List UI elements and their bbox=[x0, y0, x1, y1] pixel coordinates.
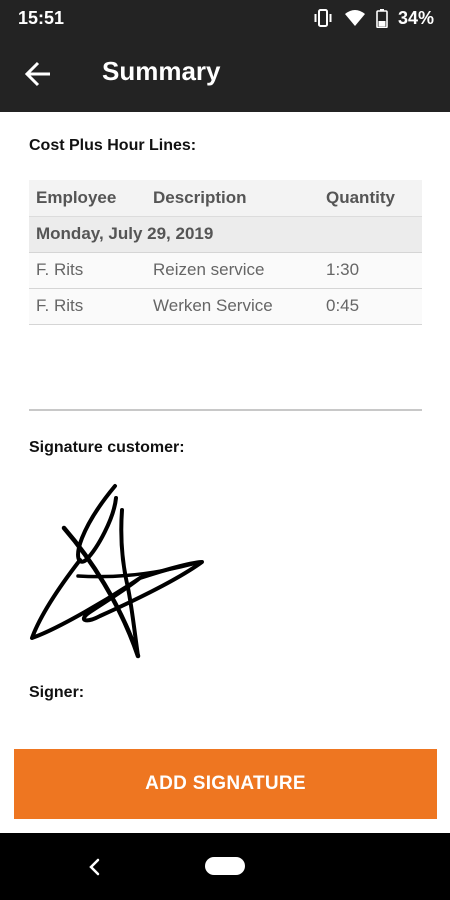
cell-quantity: 1:30 bbox=[319, 252, 422, 289]
cost-section-title: Cost Plus Hour Lines: bbox=[29, 137, 197, 154]
signer-label: Signer: bbox=[29, 684, 85, 701]
app-bar: Summary bbox=[0, 36, 450, 112]
home-pill-icon[interactable] bbox=[205, 857, 245, 875]
cell-description: Werken Service bbox=[146, 288, 319, 325]
nav-back-icon[interactable] bbox=[86, 857, 104, 877]
table-row[interactable]: F. Rits Reizen service 1:30 bbox=[29, 252, 422, 289]
column-header-quantity: Quantity bbox=[326, 187, 395, 207]
cell-quantity: 0:45 bbox=[319, 288, 422, 325]
hours-table: Employee Description Quantity Monday, Ju… bbox=[29, 180, 422, 325]
signature-section-title: Signature customer: bbox=[29, 439, 185, 456]
add-signature-button[interactable]: ADD SIGNATURE bbox=[14, 749, 437, 819]
column-header-description: Description bbox=[153, 187, 247, 207]
system-nav-bar bbox=[0, 833, 450, 900]
date-label: Monday, July 29, 2019 bbox=[29, 216, 422, 253]
cell-employee: F. Rits bbox=[29, 252, 146, 289]
wifi-icon bbox=[344, 9, 366, 27]
table-header-row: Employee Description Quantity bbox=[29, 180, 422, 216]
battery-percent: 34% bbox=[397, 7, 434, 28]
vibrate-icon bbox=[312, 9, 334, 27]
date-group-row: Monday, July 29, 2019 bbox=[29, 216, 422, 253]
cell-employee: F. Rits bbox=[29, 288, 146, 325]
status-icons: 34% bbox=[312, 8, 434, 29]
status-time: 15:51 bbox=[18, 7, 65, 28]
customer-signature-image bbox=[30, 484, 204, 659]
page-title: Summary bbox=[102, 56, 221, 86]
column-header-employee: Employee bbox=[36, 187, 117, 207]
battery-icon bbox=[376, 8, 388, 28]
cell-description: Reizen service bbox=[146, 252, 319, 289]
arrow-left-icon[interactable] bbox=[24, 60, 52, 88]
status-bar: 15:51 34% bbox=[0, 0, 450, 36]
section-divider bbox=[29, 409, 422, 411]
table-row[interactable]: F. Rits Werken Service 0:45 bbox=[29, 288, 422, 325]
